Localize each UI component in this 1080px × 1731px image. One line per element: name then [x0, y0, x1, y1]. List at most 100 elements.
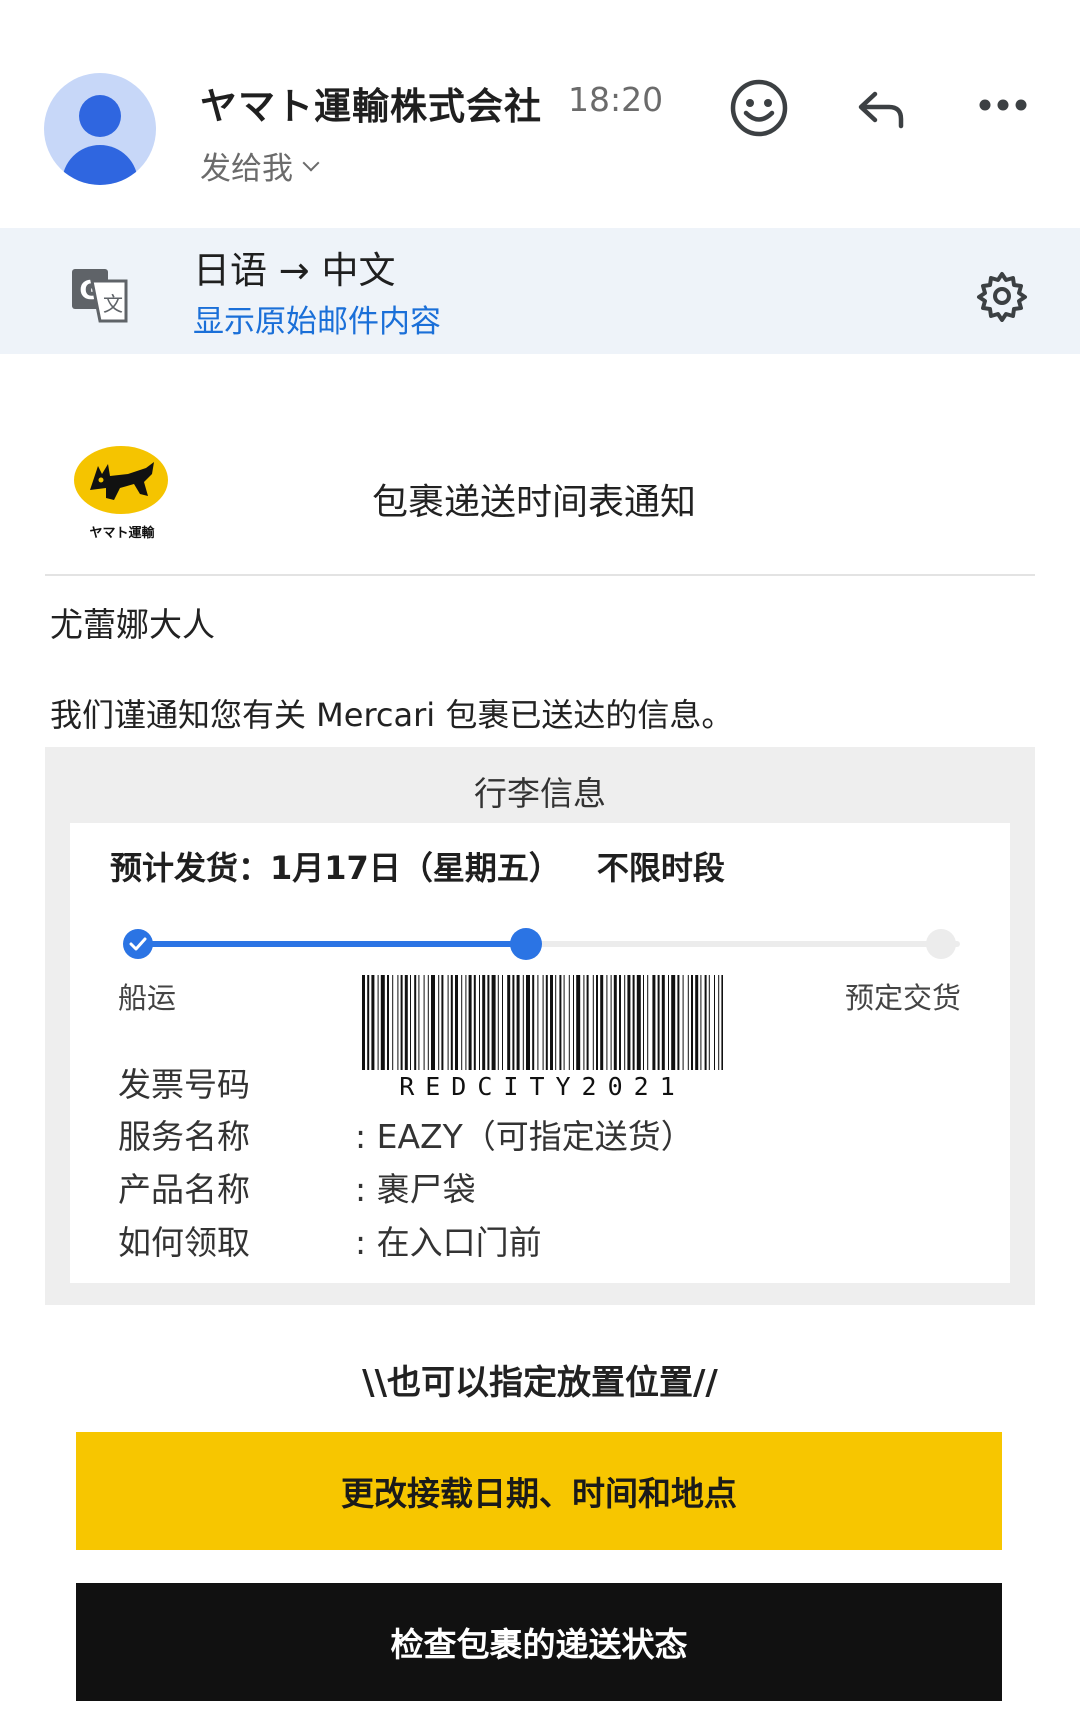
barcode-bar [414, 975, 417, 1070]
progress-end-dot [926, 929, 956, 959]
barcode-bar [397, 975, 399, 1070]
barcode-bar [377, 975, 379, 1070]
avatar[interactable] [44, 73, 156, 185]
barcode-bar [718, 975, 720, 1070]
barcode-bar [606, 975, 608, 1070]
yamato-cat-logo [90, 462, 154, 500]
barcode-bar [714, 975, 715, 1070]
barcode-bar [583, 975, 585, 1070]
barcode-bar [522, 975, 524, 1070]
notice-title: 包裹递送时间表通知 [372, 482, 697, 523]
barcode-bar [482, 975, 486, 1070]
translation-bar [0, 228, 1080, 354]
barcode-bar [441, 975, 444, 1070]
barcode-bar [671, 975, 676, 1070]
barcode-bar [721, 975, 723, 1070]
package-info-card: 预计发货：1月17日（星期五） 不限时段 船运 预定交货 REDCITY2021 … [70, 823, 1010, 1283]
progress-fill [125, 941, 526, 947]
detail-label-invoice: 发票号码 [118, 1065, 250, 1104]
barcode-bar [362, 975, 365, 1070]
barcode-bar [400, 975, 403, 1070]
barcode-bar [668, 975, 669, 1070]
greeting: 尤蕾娜大人 [50, 605, 215, 644]
checkmark-icon [129, 937, 147, 951]
barcode-bar [592, 975, 594, 1070]
barcode-bar [532, 975, 535, 1070]
recipient-dropdown[interactable]: 发给我 [200, 143, 320, 188]
barcode-bar [507, 975, 511, 1070]
divider [45, 574, 1035, 576]
chevron-down-icon [302, 154, 320, 171]
barcode-bar [537, 975, 539, 1070]
barcode-bar [596, 975, 598, 1070]
barcode-bar [704, 975, 707, 1070]
barcode-bar [473, 975, 476, 1070]
barcode-bar [627, 975, 631, 1070]
barcode-bar [423, 975, 425, 1070]
barcode-bar [491, 975, 496, 1070]
barcode-bar [682, 975, 684, 1070]
barcode-bar [392, 975, 394, 1070]
barcode-bar [661, 975, 665, 1070]
barcode-bar [479, 975, 480, 1070]
barcode-bar [632, 975, 635, 1070]
barcode-bar [643, 975, 644, 1070]
barcode-bar [545, 975, 548, 1070]
barcode-bar [410, 975, 411, 1070]
barcode-bar [652, 975, 656, 1070]
barcode-bar [526, 975, 530, 1070]
progress-end-label: 预定交货 [845, 981, 962, 1015]
check-status-button[interactable]: 检查包裹的递送状态 [76, 1583, 1002, 1701]
package-info-box: 行李信息 预计发货：1月17日（星期五） 不限时段 船运 预定交货 REDCITY… [45, 747, 1035, 1305]
gear-icon[interactable] [976, 270, 1028, 322]
change-pickup-button[interactable]: 更改接载日期、时间和地点 [76, 1432, 1002, 1550]
show-original-link[interactable]: 显示原始邮件内容 [193, 296, 441, 341]
detail-label-product: 产品名称 [118, 1170, 250, 1209]
barcode-bar [455, 975, 458, 1070]
eta-slot: 不限时段 [596, 849, 725, 887]
detail-value-pickup: : 在入口门前 [355, 1223, 542, 1262]
barcode-bar [695, 975, 699, 1070]
barcode-bar [559, 975, 562, 1070]
more-icon[interactable] [978, 90, 1028, 120]
eta-date: 1月17日（星期五） [270, 849, 561, 887]
barcode-text: REDCITY2021 [399, 1072, 686, 1101]
progress-start-label: 船运 [118, 981, 177, 1015]
barcode-bar [487, 975, 490, 1070]
barcode-bar [404, 975, 408, 1070]
barcode-bar [450, 975, 453, 1070]
eta-line: 预计发货：1月17日（星期五） 不限时段 [110, 843, 725, 889]
barcode-bar [542, 975, 544, 1070]
package-info-title: 行李信息 [474, 774, 606, 813]
barcode-bar [461, 975, 463, 1070]
barcode-bar [468, 975, 472, 1070]
barcode-bar [647, 975, 649, 1070]
sent-time: 18:20 [568, 80, 664, 119]
barcode-bar [555, 975, 557, 1070]
barcode-bar [380, 975, 385, 1070]
barcode-bar [371, 975, 375, 1070]
translate-icon: G 文 [72, 269, 128, 323]
detail-label-service: 服务名称 [118, 1117, 250, 1156]
barcode-bar [516, 975, 520, 1070]
detail-value-service: : EAZY（可指定送货） [355, 1117, 694, 1156]
emoji-icon[interactable] [729, 78, 789, 138]
barcode-bar [586, 975, 589, 1070]
yamato-logo: ヤマト運輸 [70, 440, 174, 545]
barcode-bar [657, 975, 660, 1070]
barcode-bar [550, 975, 553, 1070]
barcode-bar [677, 975, 680, 1070]
barcode-bar [512, 975, 515, 1070]
barcode-bar [465, 975, 467, 1070]
recipient-label: 发给我 [200, 151, 293, 187]
barcode-bar [619, 975, 621, 1070]
progress-track [125, 941, 960, 947]
barcode-bar [447, 975, 449, 1070]
barcode-bar [563, 975, 565, 1070]
reply-icon[interactable] [853, 80, 909, 136]
barcode-bar [568, 975, 570, 1070]
barcode-bar [610, 975, 612, 1070]
sender-name: ヤマト運輸株式会社 [200, 85, 542, 128]
barcode-bar [418, 975, 420, 1070]
progress-start-dot [123, 929, 153, 959]
